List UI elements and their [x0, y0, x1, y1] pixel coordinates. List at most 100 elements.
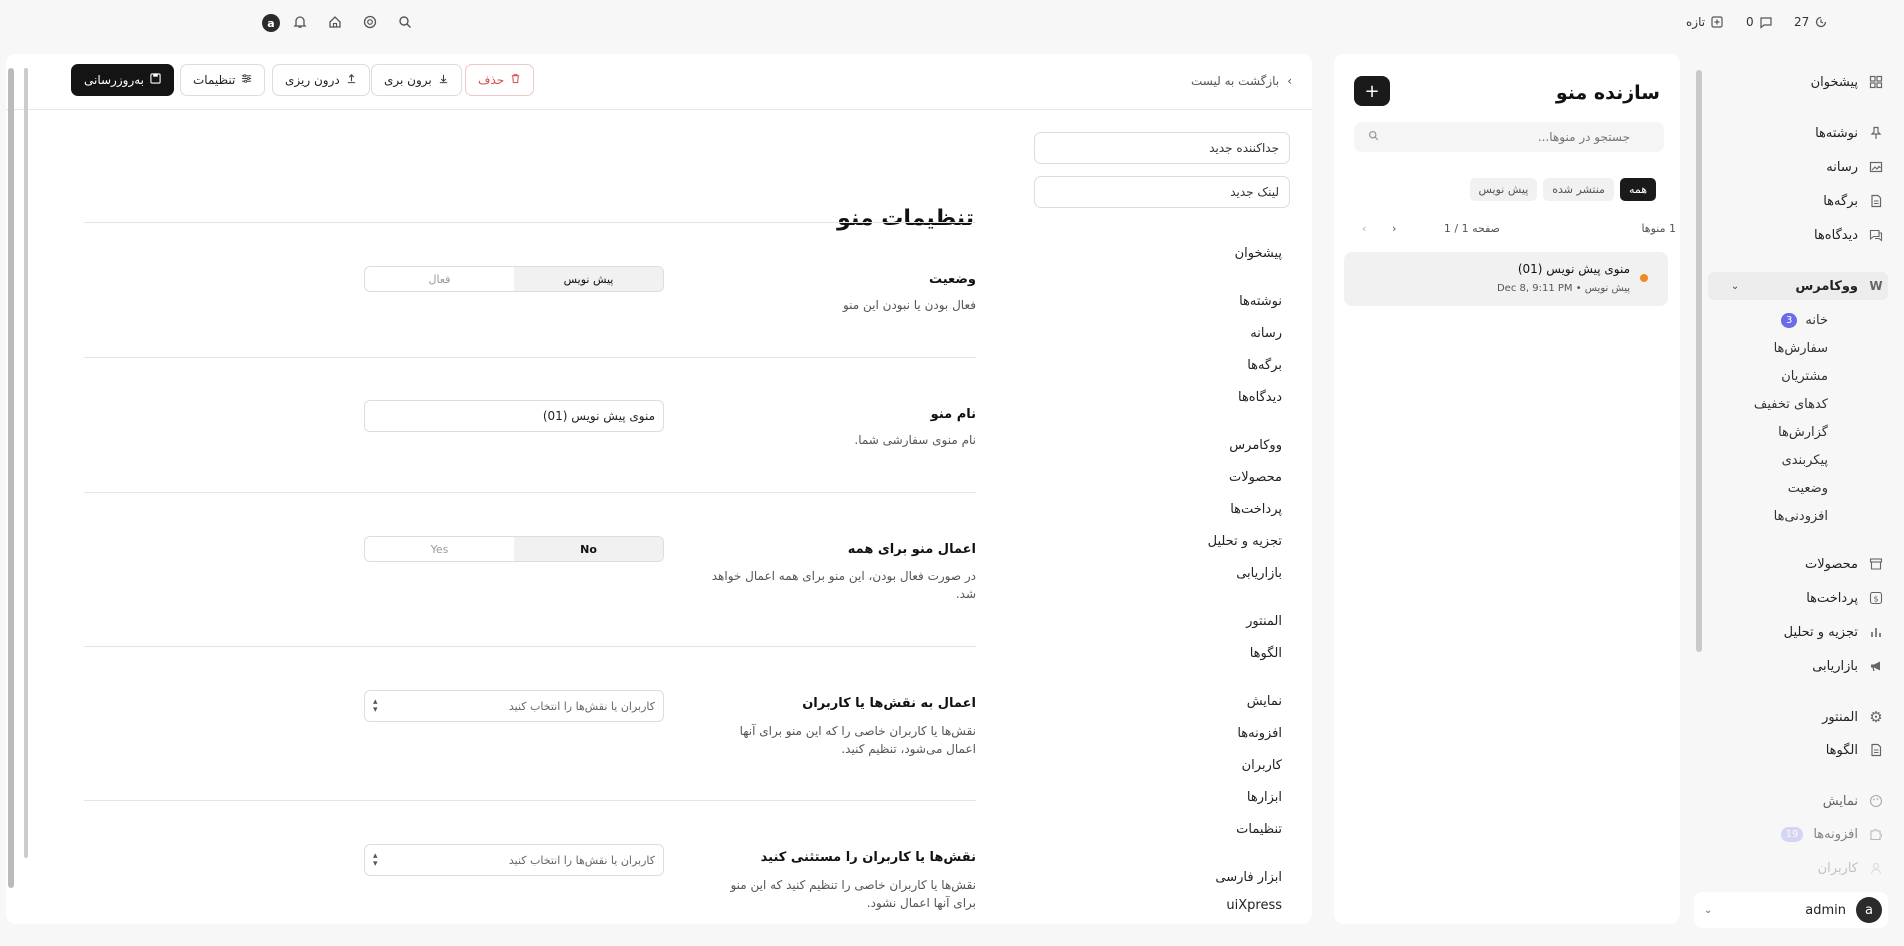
sidebar-item-users[interactable]: کاربران	[1818, 860, 1884, 876]
menu-item[interactable]: نمایش	[1247, 694, 1282, 709]
sidebar-item-elementor[interactable]: ⚙ المنتور	[1822, 708, 1884, 726]
sidebar-subitem-reports[interactable]: گزارش‌ها	[1778, 425, 1828, 440]
delete-button[interactable]: حذف	[465, 64, 535, 96]
menu-search-input[interactable]	[1354, 122, 1664, 152]
apply-all-toggle[interactable]: Yes No	[364, 536, 664, 562]
user-avatar-small[interactable]: a	[262, 14, 280, 32]
updates-button[interactable]: 27	[1794, 14, 1829, 30]
search-icon[interactable]	[397, 14, 413, 30]
new-separator-input[interactable]	[1034, 132, 1290, 164]
comments-count: 0	[1746, 15, 1754, 29]
sidebar-item-payments[interactable]: $ پرداخت‌ها	[1806, 590, 1884, 606]
home-icon[interactable]	[327, 14, 343, 30]
menu-item[interactable]: تنظیمات	[1236, 822, 1282, 837]
bell-icon[interactable]	[292, 14, 308, 30]
exclude-select[interactable]: ▴ ▾ کاربران یا نقش‌ها را انتخاب کنید	[364, 844, 664, 876]
menu-item[interactable]: الگوها	[1250, 646, 1282, 661]
sidebar-subitem-settings[interactable]: پیکربندی	[1782, 453, 1828, 468]
sidebar-subitem-status[interactable]: وضعیت	[1788, 481, 1828, 496]
sidebar-item-plugins[interactable]: افزونه‌ها 19	[1780, 826, 1884, 842]
sidebar-item-comments[interactable]: دیدگاه‌ها	[1814, 227, 1884, 243]
menu-item[interactable]: پرداخت‌ها	[1230, 502, 1282, 517]
woocommerce-icon: W	[1869, 279, 1883, 293]
sidebar-scrollbar[interactable]	[1696, 70, 1702, 652]
sidebar-subitem-label: افزودنی‌ها	[1773, 509, 1828, 524]
editor-scrollbar[interactable]	[8, 68, 14, 888]
roles-select[interactable]: ▴ ▾ کاربران یا نقش‌ها را انتخاب کنید	[364, 690, 664, 722]
sidebar-subitem-woo-home[interactable]: خانه 3	[1781, 313, 1828, 328]
exclude-label: نقش‌ها یا کاربران را مستثنی کنید	[760, 850, 976, 865]
comments-button[interactable]: 0	[1746, 14, 1774, 30]
menu-name-input[interactable]: منوی پیش نویس (01)	[364, 400, 664, 432]
sidebar-subitem-customers[interactable]: مشتریان	[1781, 369, 1828, 384]
menu-item[interactable]: دیدگاه‌ها	[1238, 390, 1282, 405]
draft-status-dot	[1640, 274, 1648, 282]
back-to-list-link[interactable]: › بازگشت به لیست	[1191, 74, 1292, 88]
menu-item[interactable]: المنتور	[1246, 614, 1282, 629]
new-content-button[interactable]: تازه	[1686, 14, 1725, 30]
pagination: 1 منوها صفحه 1 / 1 ‹ ›	[1354, 222, 1676, 240]
filter-draft[interactable]: پیش نویس	[1469, 178, 1538, 201]
page-title: تنظیمات منو	[837, 206, 974, 231]
menu-item[interactable]: ابزارها	[1247, 790, 1282, 805]
export-label: برون بری	[384, 73, 432, 87]
sidebar-item-label: دیدگاه‌ها	[1813, 227, 1858, 243]
divider	[84, 357, 976, 358]
sidebar-subitem-orders[interactable]: سفارش‌ها	[1774, 341, 1828, 356]
menu-item[interactable]: پیشخوان	[1235, 246, 1282, 261]
menu-item[interactable]: کاربران	[1242, 758, 1282, 773]
import-button[interactable]: درون ریزی	[272, 64, 370, 96]
palette-icon	[1868, 793, 1884, 809]
sidebar-subitem-label: مشتریان	[1781, 369, 1828, 384]
update-button[interactable]: به‌روزرسانی	[71, 64, 175, 96]
user-menu[interactable]: ⌄ admin a	[1694, 892, 1888, 928]
sidebar-item-analytics[interactable]: تجزیه و تحلیل	[1784, 624, 1884, 640]
chevron-left-icon[interactable]: ‹	[1362, 222, 1366, 235]
new-link-input[interactable]	[1034, 176, 1290, 208]
sidebar-item-posts[interactable]: نوشته‌ها	[1815, 125, 1884, 141]
sidebar-item-templates[interactable]: الگوها	[1826, 742, 1884, 758]
status-option-draft[interactable]: پیش نویس	[514, 267, 663, 291]
filter-all[interactable]: همه	[1619, 178, 1656, 201]
sidebar-item-dashboard[interactable]: پیشخوان	[1811, 74, 1884, 90]
menu-item[interactable]: uiXpress	[1226, 898, 1282, 913]
status-option-active[interactable]: فعال	[365, 267, 514, 291]
menu-item[interactable]: تجزیه و تحلیل	[1208, 534, 1282, 549]
builder-title: سازنده منو	[1555, 82, 1660, 104]
add-menu-button[interactable]: +	[1354, 76, 1390, 106]
sidebar-item-woocommerce[interactable]: W ووکامرس ⌄	[1731, 278, 1884, 294]
menu-item[interactable]: بازاریابی	[1236, 566, 1282, 581]
apply-all-option-no[interactable]: No	[514, 537, 663, 561]
status-toggle[interactable]: فعال پیش نویس	[364, 266, 664, 292]
menu-item[interactable]: افزونه‌ها	[1237, 726, 1282, 741]
sidebar-item-label: محصولات	[1805, 556, 1858, 572]
menu-item[interactable]: ابزار فارسی	[1215, 870, 1282, 885]
menu-list-item[interactable]: منوی پیش نویس (01) پیش نویس • Dec 8, 9:1…	[1344, 252, 1668, 306]
menu-item[interactable]: ووکامرس	[1229, 438, 1282, 453]
menu-item[interactable]: برگه‌ها	[1247, 358, 1282, 373]
sidebar-item-label: بازاریابی	[1812, 658, 1858, 674]
menu-item[interactable]: محصولات	[1229, 470, 1282, 485]
sidebar-subitem-extensions[interactable]: افزودنی‌ها	[1774, 509, 1828, 524]
chevron-down-icon: ⌄	[1730, 280, 1740, 292]
select-arrows-icon: ▴ ▾	[373, 697, 378, 715]
form-scrollbar[interactable]	[24, 68, 28, 858]
apply-all-option-yes[interactable]: Yes	[365, 537, 514, 561]
sidebar-item-pages[interactable]: برگه‌ها	[1823, 193, 1884, 209]
menu-count: 1 منوها	[1641, 222, 1676, 235]
menu-item[interactable]: رسانه	[1250, 326, 1282, 341]
settings-button[interactable]: تنظیمات	[180, 64, 266, 96]
menu-name-value: منوی پیش نویس (01)	[542, 409, 655, 423]
sidebar-subitem-coupons[interactable]: کدهای تخفیف	[1754, 397, 1828, 412]
sidebar-item-appearance[interactable]: نمایش	[1823, 793, 1884, 809]
filter-published[interactable]: منتشر شده	[1543, 178, 1614, 201]
sidebar-item-marketing[interactable]: بازاریابی	[1812, 658, 1884, 674]
menu-item[interactable]: نوشته‌ها	[1239, 294, 1282, 309]
help-icon[interactable]	[362, 14, 378, 30]
sidebar-item-media[interactable]: رسانه	[1826, 159, 1884, 175]
chevron-right-icon[interactable]: ›	[1392, 222, 1396, 235]
sidebar-item-products[interactable]: محصولات	[1805, 556, 1884, 572]
sidebar-subitem-label: گزارش‌ها	[1778, 425, 1828, 440]
avatar: a	[1856, 897, 1882, 923]
export-button[interactable]: برون بری	[371, 64, 462, 96]
